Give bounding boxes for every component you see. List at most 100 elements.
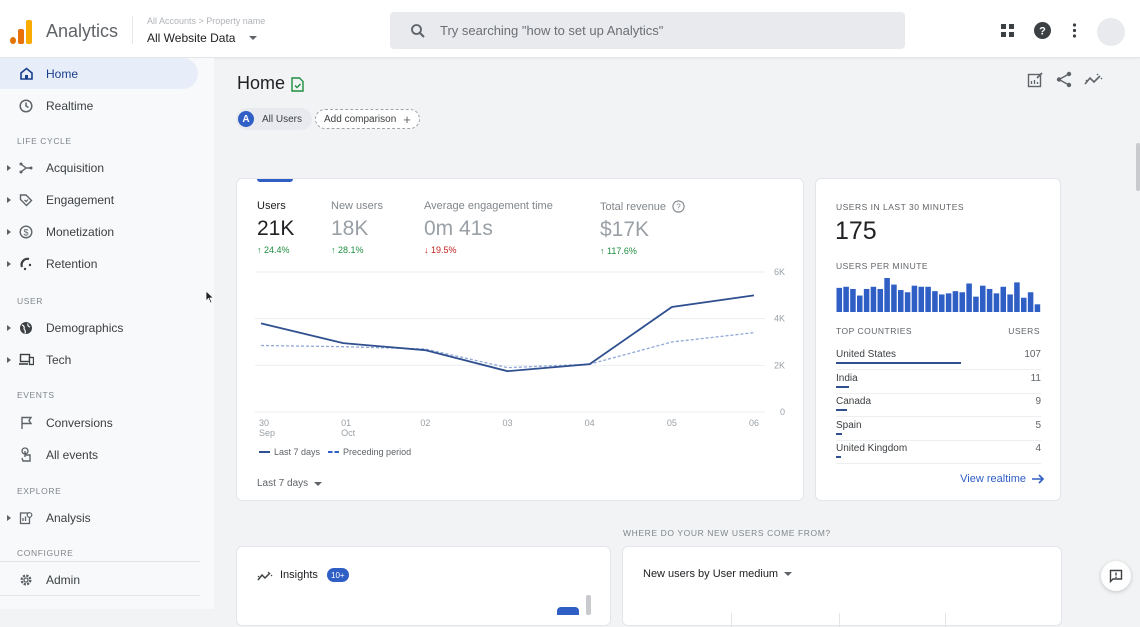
sidebar-item-demographics[interactable]: Demographics <box>0 312 198 343</box>
segment-letter: A <box>238 111 254 127</box>
sidebar-item-realtime[interactable]: Realtime <box>0 90 198 121</box>
sidebar-item-home[interactable]: Home <box>0 58 198 89</box>
y-tick-label: 0 <box>780 407 785 417</box>
date-range-label: Last 7 days <box>257 478 309 489</box>
expand-arrow-icon[interactable] <box>7 356 11 363</box>
sidebar-item-admin[interactable]: Admin <box>0 564 198 595</box>
sidebar-item-engagement[interactable]: Engagement <box>0 184 198 215</box>
arrow-right-icon <box>1032 474 1045 484</box>
property-selector[interactable]: All Website Data <box>147 31 258 45</box>
share-icon[interactable] <box>1056 71 1072 88</box>
users-per-minute-chart <box>836 278 1041 312</box>
country-row[interactable]: United Kingdom 4 <box>836 441 1041 464</box>
metric-label-text: Total revenue <box>600 201 667 213</box>
insights-title: Insights <box>280 569 318 581</box>
account-avatar[interactable] <box>1097 18 1125 46</box>
minute-bar <box>898 290 904 312</box>
x-tick-label: 05 <box>667 418 677 428</box>
add-comparison-label: Add comparison <box>324 113 397 125</box>
country-row[interactable]: India 11 <box>836 371 1041 394</box>
minute-bar <box>836 287 843 312</box>
country-name: Canada <box>836 396 872 407</box>
more-vert-icon[interactable] <box>1072 23 1077 38</box>
metric-tab-new-users[interactable]: New users 18K ↑ 28.1% <box>331 200 383 255</box>
apps-grid-icon[interactable] <box>1001 24 1014 37</box>
new-users-title: New users by User medium <box>643 568 779 580</box>
analytics-logo-icon <box>10 18 34 44</box>
mouse-cursor-icon <box>205 290 215 304</box>
x-tick-label: 01 <box>341 418 351 428</box>
page-scrollbar[interactable] <box>1136 143 1140 191</box>
metric-tab-users[interactable]: Users 21K ↑ 24.4% <box>257 200 294 255</box>
sidebar-item-monetization[interactable]: $ Monetization <box>0 216 198 247</box>
sidebar-item-label: Analysis <box>46 510 91 525</box>
expand-arrow-icon[interactable] <box>7 260 11 267</box>
insights-count-badge: 10+ <box>327 568 349 582</box>
sidebar-item-label: Tech <box>46 352 72 367</box>
add-comparison-button[interactable]: Add comparison + <box>315 109 420 129</box>
expand-arrow-icon[interactable] <box>7 164 11 171</box>
minute-bar <box>1014 282 1020 312</box>
analysis-icon <box>18 510 34 526</box>
x-tick-label: 04 <box>585 418 595 428</box>
sidebar-item-label: Conversions <box>46 415 113 430</box>
selected-tab-indicator <box>257 179 293 182</box>
metric-value: 0m 41s <box>424 217 493 240</box>
expand-arrow-icon[interactable] <box>7 324 11 331</box>
x-tick-sublabel: Oct <box>341 428 356 438</box>
page-title: Home <box>237 73 286 93</box>
users-line-chart: 0 2K 4K 6K 30Sep 01Oct 02 03 04 05 06 <box>255 267 785 438</box>
search-input[interactable]: Try searching "how to set up Analytics" <box>390 12 905 49</box>
country-row[interactable]: Spain 5 <box>836 418 1041 441</box>
sidebar-item-analysis[interactable]: Analysis <box>0 502 198 533</box>
minute-bar <box>932 291 938 312</box>
insights-icon[interactable] <box>1084 73 1103 86</box>
customize-report-icon[interactable] <box>1027 72 1043 88</box>
metric-tab-total-revenue[interactable]: Total revenue ? $17K ↑ 117.6% <box>600 200 685 256</box>
country-name: Spain <box>836 419 862 431</box>
segment-chip-all-users[interactable]: A All Users <box>236 108 313 130</box>
sidebar-item-tech[interactable]: Tech <box>0 344 198 375</box>
country-row[interactable]: United States 107 <box>836 347 1041 370</box>
new-users-dimension-selector[interactable]: New users by User medium <box>643 568 793 580</box>
x-tick-sublabel: Sep <box>259 428 275 438</box>
minute-bar <box>1034 304 1041 312</box>
view-realtime-link[interactable]: View realtime <box>960 473 1045 485</box>
feedback-button[interactable] <box>1101 561 1131 591</box>
series-line-preceding-period <box>260 332 755 369</box>
expand-arrow-icon[interactable] <box>7 196 11 203</box>
sidebar: Home Realtime LIFE CYCLE Acquisition Eng… <box>0 58 214 609</box>
sidebar-item-conversions[interactable]: Conversions <box>0 407 198 438</box>
divider <box>0 561 200 562</box>
sidebar-item-label: Home <box>46 66 79 81</box>
breadcrumb[interactable]: All Accounts > Property name <box>147 16 265 26</box>
gear-icon <box>18 572 34 588</box>
sidebar-item-label: Realtime <box>46 98 94 113</box>
country-row[interactable]: Canada 9 <box>836 394 1041 417</box>
x-tick-label: 06 <box>749 418 759 428</box>
main-content: Home A All Users Add comparison + Users … <box>214 58 1140 627</box>
sidebar-item-all-events[interactable]: All events <box>0 439 198 470</box>
metric-delta: ↓ 19.5% <box>424 245 457 255</box>
globe-icon <box>18 320 34 336</box>
help-icon[interactable]: ? <box>1034 22 1051 39</box>
sidebar-item-retention[interactable]: Retention <box>0 248 198 279</box>
sidebar-item-acquisition[interactable]: Acquisition <box>0 152 198 183</box>
expand-arrow-icon[interactable] <box>7 514 11 521</box>
minute-bar <box>952 291 959 312</box>
expand-arrow-icon[interactable] <box>7 228 11 235</box>
verified-report-icon <box>291 77 304 92</box>
date-range-selector[interactable]: Last 7 days <box>257 478 323 489</box>
scrollbar[interactable] <box>586 595 591 615</box>
acquisition-icon <box>18 160 34 176</box>
delta-value: 19.5% <box>431 245 457 255</box>
country-users: 9 <box>1035 396 1041 407</box>
sidebar-item-label: Retention <box>46 256 98 271</box>
help-circle-icon[interactable]: ? <box>672 200 685 213</box>
metric-label: Total revenue ? <box>600 200 685 213</box>
metric-tab-engagement-time[interactable]: Average engagement time 0m 41s ↓ 19.5% <box>424 200 553 255</box>
country-share-bar <box>836 432 842 435</box>
legend-current: Last 7 days <box>274 447 321 457</box>
minute-bar <box>993 293 1000 312</box>
divider <box>0 595 200 596</box>
